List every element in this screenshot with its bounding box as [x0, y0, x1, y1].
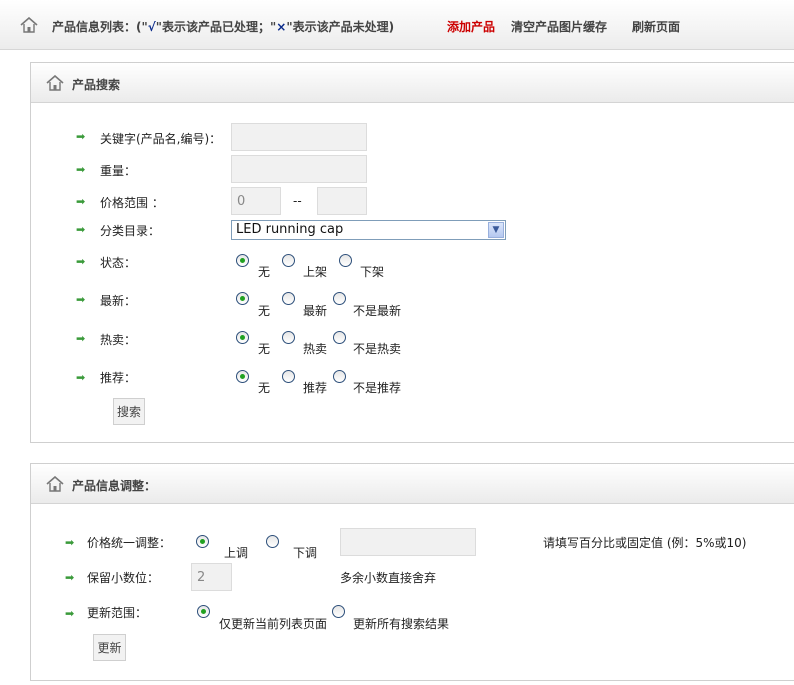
hot-radio-none[interactable] — [236, 331, 249, 344]
product-adjust-panel: 产品信息调整： ➡ 价格统一调整： 上调 下调 请填写百分比或固定值 (例：5%… — [30, 463, 794, 681]
hot-option-none: 无 — [258, 342, 271, 356]
panel-title: 产品搜索 — [72, 78, 121, 92]
price-range-label: 价格范围 ： — [100, 196, 164, 210]
status-option-off-shelf: 下架 — [360, 265, 385, 279]
price-adjust-down-label: 下调 — [293, 546, 318, 560]
status-option-none: 无 — [258, 265, 271, 279]
hot-option-hot: 热卖 — [303, 342, 328, 356]
arrow-right-icon: ➡ — [76, 223, 86, 236]
hot-radio-hot[interactable] — [282, 331, 295, 344]
range-radio-current[interactable] — [197, 605, 210, 618]
panel-header: 产品信息调整： — [31, 464, 794, 504]
decimals-label: 保留小数位： — [87, 571, 160, 585]
home-icon — [46, 476, 64, 492]
status-radio-none[interactable] — [236, 254, 249, 267]
product-search-panel: 产品搜索 ➡ 关键字(产品名,编号)： ➡ 重量： ➡ 价格范围 ： -- ➡ … — [30, 62, 794, 443]
category-label: 分类目录： — [100, 224, 161, 238]
price-adjust-radio-down[interactable] — [266, 535, 279, 548]
hot-label: 热卖： — [100, 333, 137, 347]
update-button[interactable]: 更新 — [93, 634, 126, 661]
recommend-label: 推荐： — [100, 371, 137, 385]
newest-option-none: 无 — [258, 304, 271, 318]
status-radio-on-shelf[interactable] — [282, 254, 295, 267]
hot-option-not-hot: 不是热卖 — [353, 342, 402, 356]
hot-radio-not-hot[interactable] — [333, 331, 346, 344]
keyword-label: 关键字(产品名,编号)： — [100, 132, 222, 146]
price-adjust-hint: 请填写百分比或固定值 (例：5%或10) — [543, 536, 747, 550]
arrow-right-icon: ➡ — [76, 195, 86, 208]
newest-option-not-newest: 不是最新 — [353, 304, 402, 318]
category-selected-value: LED running cap — [236, 222, 344, 237]
decimals-hint: 多余小数直接舍弃 — [340, 571, 437, 585]
price-adjust-up-label: 上调 — [224, 546, 249, 560]
price-adjust-radio-up[interactable] — [196, 535, 209, 548]
decimals-input[interactable] — [191, 563, 232, 591]
keyword-input[interactable] — [231, 123, 367, 151]
panel-header: 产品搜索 — [31, 63, 794, 103]
recommend-radio-not-recommend[interactable] — [333, 370, 346, 383]
chevron-down-icon[interactable]: ▼ — [488, 222, 504, 238]
newest-radio-none[interactable] — [236, 292, 249, 305]
arrow-right-icon: ➡ — [65, 536, 75, 549]
add-product-link[interactable]: 添加产品 — [447, 18, 495, 35]
clear-image-cache-link[interactable]: 清空产品图片缓存 — [511, 18, 607, 35]
recommend-option-recommend: 推荐 — [303, 381, 328, 395]
range-all-label: 更新所有搜索结果 — [353, 617, 450, 631]
price-adjust-input[interactable] — [340, 528, 476, 556]
arrow-right-icon: ➡ — [76, 293, 86, 306]
status-radio-off-shelf[interactable] — [339, 254, 352, 267]
arrow-right-icon: ➡ — [76, 255, 86, 268]
price-max-input[interactable] — [317, 187, 367, 215]
tick-symbol: √ — [147, 20, 156, 34]
cross-symbol: × — [276, 20, 287, 34]
price-adjust-label: 价格统一调整： — [87, 536, 172, 550]
recommend-radio-recommend[interactable] — [282, 370, 295, 383]
home-icon — [46, 75, 64, 91]
weight-label: 重量： — [100, 164, 137, 178]
search-button[interactable]: 搜索 — [113, 398, 145, 425]
arrow-right-icon: ➡ — [65, 607, 75, 620]
newest-label: 最新： — [100, 294, 137, 308]
recommend-option-none: 无 — [258, 381, 271, 395]
range-radio-all[interactable] — [332, 605, 345, 618]
arrow-right-icon: ➡ — [76, 163, 86, 176]
arrow-right-icon: ➡ — [65, 571, 75, 584]
newest-option-newest: 最新 — [303, 304, 328, 318]
arrow-right-icon: ➡ — [76, 130, 86, 143]
price-range-separator: -- — [293, 194, 302, 208]
newest-radio-not-newest[interactable] — [333, 292, 346, 305]
price-min-input[interactable] — [231, 187, 281, 215]
home-icon — [20, 17, 38, 33]
panel-title: 产品信息调整： — [72, 479, 157, 493]
top-bar: 产品信息列表：("√"表示该产品已处理；"×"表示该产品未处理) 添加产品 清空… — [0, 0, 794, 50]
weight-input[interactable] — [231, 155, 367, 183]
recommend-radio-none[interactable] — [236, 370, 249, 383]
refresh-page-link[interactable]: 刷新页面 — [632, 18, 680, 35]
arrow-right-icon: ➡ — [76, 332, 86, 345]
page-title: 产品信息列表：("√"表示该产品已处理；"×"表示该产品未处理) — [52, 20, 395, 34]
update-range-label: 更新范围： — [87, 606, 148, 620]
status-option-on-shelf: 上架 — [303, 265, 328, 279]
recommend-option-not-recommend: 不是推荐 — [353, 381, 402, 395]
arrow-right-icon: ➡ — [76, 371, 86, 384]
category-select[interactable]: LED running cap ▼ — [231, 220, 506, 240]
newest-radio-newest[interactable] — [282, 292, 295, 305]
status-label: 状态： — [100, 256, 137, 270]
range-current-label: 仅更新当前列表页面 — [219, 617, 328, 631]
